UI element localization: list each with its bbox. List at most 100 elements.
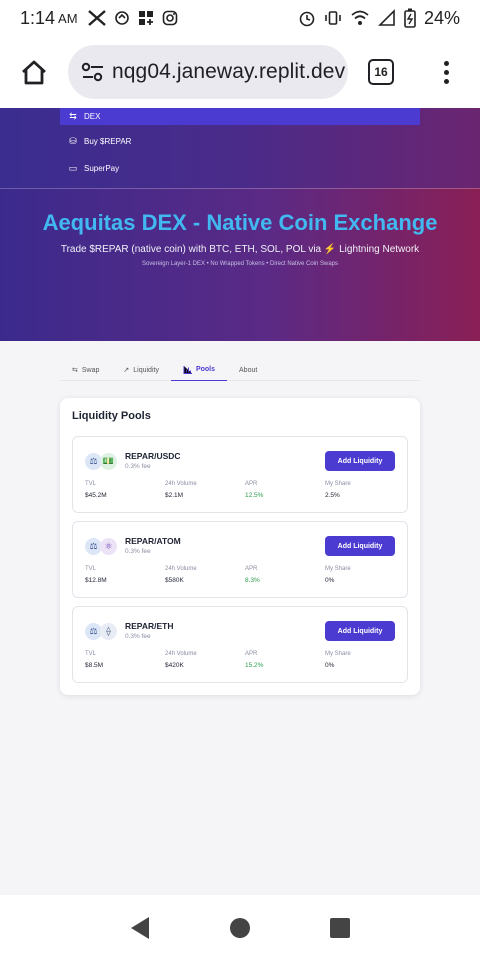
stat-tvl: TVL $8.5M xyxy=(85,651,165,669)
swap-icon: ⇆ xyxy=(72,367,78,374)
pool-pair: REPAR/USDC xyxy=(125,451,181,461)
pool-fee: 0.3% fee xyxy=(125,463,151,470)
stat-label: My Share xyxy=(325,566,351,572)
stat-label: APR xyxy=(245,566,258,572)
page-title: Aequitas DEX - Native Coin Exchange xyxy=(42,210,438,235)
stat-value: $420K xyxy=(165,662,184,669)
stat-volume: 24h Volume $580K xyxy=(165,566,245,584)
stat-value: $580K xyxy=(165,577,184,584)
home-icon xyxy=(22,60,46,85)
pool-fee: 0.3% fee xyxy=(125,633,151,640)
pool-pair: REPAR/ETH xyxy=(125,621,174,631)
overflow-menu-button[interactable] xyxy=(444,60,449,84)
add-liquidity-button[interactable]: Add Liquidity xyxy=(325,451,395,471)
stat-value: $8.5M xyxy=(85,662,104,669)
tab-bar: ⇆ Swap ↗ Liquidity Pools About xyxy=(60,359,420,381)
stat-label: My Share xyxy=(325,651,351,657)
nav-item-label: Buy $REPAR xyxy=(84,136,132,146)
back-icon[interactable] xyxy=(129,916,151,940)
notification-icons xyxy=(87,10,178,26)
stat-label: TVL xyxy=(85,651,97,657)
hero-tagline: Sovereign Layer-1 DEX • No Wrapped Token… xyxy=(141,261,339,267)
pool-row-repar-atom: ⚖ ⚛ REPAR/ATOM 0.3% fee Add Liquidity TV… xyxy=(72,521,408,598)
menu-dot xyxy=(444,69,449,75)
add-liquidity-button[interactable]: Add Liquidity xyxy=(325,621,395,641)
url-text[interactable]: nqg04.janeway.replit.dev xyxy=(112,60,345,84)
tab-label: Liquidity xyxy=(133,366,159,374)
pool-fee: 0.3% fee xyxy=(125,548,151,555)
recents-icon[interactable] xyxy=(329,917,351,939)
mobile-nav-menu: ⇆ DEX ⛁ Buy $REPAR ▭ SuperPay xyxy=(0,108,480,188)
atom-icon: ⚛ xyxy=(100,538,117,555)
stat-label: TVL xyxy=(85,481,97,487)
system-icons: 24% xyxy=(298,8,460,29)
stat-value: $12.8M xyxy=(85,577,107,584)
stat-value: 0% xyxy=(325,662,335,669)
status-time: 1:14 xyxy=(20,7,56,28)
stat-value: 0% xyxy=(325,577,335,584)
nav-item-dex[interactable]: ⇆ DEX xyxy=(60,108,420,125)
stat-share: My Share 0% xyxy=(325,566,405,584)
stat-value: 2.5% xyxy=(325,492,340,499)
web-page: ⇆ DEX ⛁ Buy $REPAR ▭ SuperPay Aequitas D… xyxy=(0,108,480,895)
system-nav-bar xyxy=(0,895,480,960)
stat-volume: 24h Volume $2.1M xyxy=(165,481,245,499)
alarm-icon xyxy=(299,11,315,27)
hero-banner: Aequitas DEX - Native Coin Exchange Trad… xyxy=(0,188,480,341)
stat-label: 24h Volume xyxy=(165,651,197,657)
eth-icon: ⟠ xyxy=(100,623,117,640)
address-bar[interactable]: nqg04.janeway.replit.dev xyxy=(68,45,348,99)
stat-apr: APR 12.5% xyxy=(245,481,325,499)
home-button[interactable] xyxy=(0,36,68,108)
battery-percent: 24% xyxy=(423,7,460,28)
stat-label: My Share xyxy=(325,481,351,487)
pool-row-repar-eth: ⚖ ⟠ REPAR/ETH 0.3% fee Add Liquidity TVL… xyxy=(72,606,408,683)
menu-dot xyxy=(444,60,449,66)
pool-row-repar-usdc: ⚖ 💵 REPAR/USDC 0.3% fee Add Liquidity TV… xyxy=(72,436,408,513)
stat-tvl: TVL $45.2M xyxy=(85,481,165,499)
tab-liquidity[interactable]: ↗ Liquidity xyxy=(111,359,171,381)
stat-value: $2.1M xyxy=(165,492,184,499)
stat-share: My Share 0% xyxy=(325,651,405,669)
coins-icon: ⛁ xyxy=(69,135,77,146)
trend-icon: ↗ xyxy=(123,367,130,374)
site-settings-icon[interactable] xyxy=(80,62,106,82)
tab-pools[interactable]: Pools xyxy=(170,359,228,381)
vibrate-icon xyxy=(325,11,341,25)
card-icon: ▭ xyxy=(68,162,78,173)
card-title: Liquidity Pools xyxy=(72,410,151,422)
stat-label: TVL xyxy=(85,566,97,572)
nav-item-superpay[interactable]: ▭ SuperPay xyxy=(60,159,420,177)
apps-icon xyxy=(138,11,153,25)
tab-switcher-button[interactable]: 16 xyxy=(368,59,394,85)
add-liquidity-button[interactable]: Add Liquidity xyxy=(325,536,395,556)
hero-subtitle: Trade $REPAR (native coin) with BTC, ETH… xyxy=(60,244,420,255)
tab-label: About xyxy=(239,366,258,374)
stat-label: 24h Volume xyxy=(165,566,197,572)
stat-value: 8.3% xyxy=(245,577,260,584)
status-ampm: AM xyxy=(58,10,78,26)
stat-label: APR xyxy=(245,651,258,657)
tab-about[interactable]: About xyxy=(227,359,269,381)
tab-label: Swap xyxy=(81,366,100,374)
home-circle-icon[interactable] xyxy=(229,917,251,939)
stat-value: 12.5% xyxy=(245,492,264,499)
dollar-icon: 💵 xyxy=(100,453,117,470)
tab-swap[interactable]: ⇆ Swap xyxy=(60,359,111,381)
stat-value: 15.2% xyxy=(245,662,264,669)
stat-share: My Share 2.5% xyxy=(325,481,405,499)
swap-arrows-icon: ⇆ xyxy=(69,111,77,121)
stat-label: APR xyxy=(245,481,258,487)
tab-label: Pools xyxy=(195,366,216,373)
menu-dot xyxy=(444,78,449,84)
nav-item-buy-repar[interactable]: ⛁ Buy $REPAR xyxy=(60,132,420,150)
browser-toolbar: nqg04.janeway.replit.dev 16 xyxy=(0,36,480,108)
stat-label: 24h Volume xyxy=(165,481,197,487)
status-bar: 1:14 AM 24% xyxy=(0,0,480,36)
stat-apr: APR 8.3% xyxy=(245,566,325,584)
wifi-icon xyxy=(351,10,369,25)
stat-tvl: TVL $12.8M xyxy=(85,566,165,584)
battery-icon xyxy=(404,8,416,28)
pool-icons: ⚖ ⚛ xyxy=(85,538,117,555)
pool-icons: ⚖ ⟠ xyxy=(85,623,117,640)
